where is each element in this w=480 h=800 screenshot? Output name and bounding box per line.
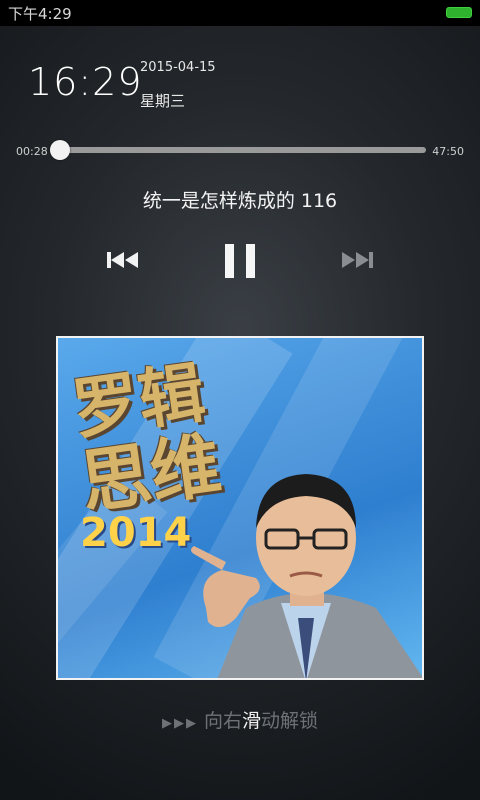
previous-icon (107, 252, 138, 268)
album-cover: 罗辑 思维 2014 (56, 336, 424, 680)
next-button[interactable] (334, 240, 380, 280)
next-icon (342, 252, 373, 268)
cover-person-illustration (191, 474, 422, 678)
slide-to-unlock-hint[interactable]: ▶▶▶ 向右滑动解锁 (0, 706, 480, 733)
progress-thumb[interactable] (49, 140, 70, 160)
lockscreen-clock: 16:29 (28, 60, 143, 104)
track-title: 统一是怎样炼成的 116 (142, 190, 338, 212)
status-time: 下午4:29 (8, 5, 72, 23)
unlock-text-after: 动解锁 (261, 710, 319, 732)
slide-arrows-icon: ▶▶▶ (161, 716, 198, 731)
lockscreen-weekday: 星期三 (140, 92, 186, 110)
pause-button[interactable] (214, 236, 266, 286)
unlock-text-highlight: 滑 (241, 710, 261, 732)
playback-progress-bar[interactable] (49, 140, 426, 160)
battery-icon (446, 7, 472, 18)
total-time: 47:50 (432, 145, 464, 158)
unlock-text-before: 向右 (203, 710, 242, 732)
elapsed-time: 00:28 (16, 145, 48, 158)
lockscreen-date: 2015-04-15 (140, 60, 216, 75)
previous-button[interactable] (100, 240, 146, 280)
pause-icon (225, 244, 255, 278)
cover-year: 2014 (80, 510, 192, 556)
status-bar: 下午4:29 (0, 0, 480, 26)
